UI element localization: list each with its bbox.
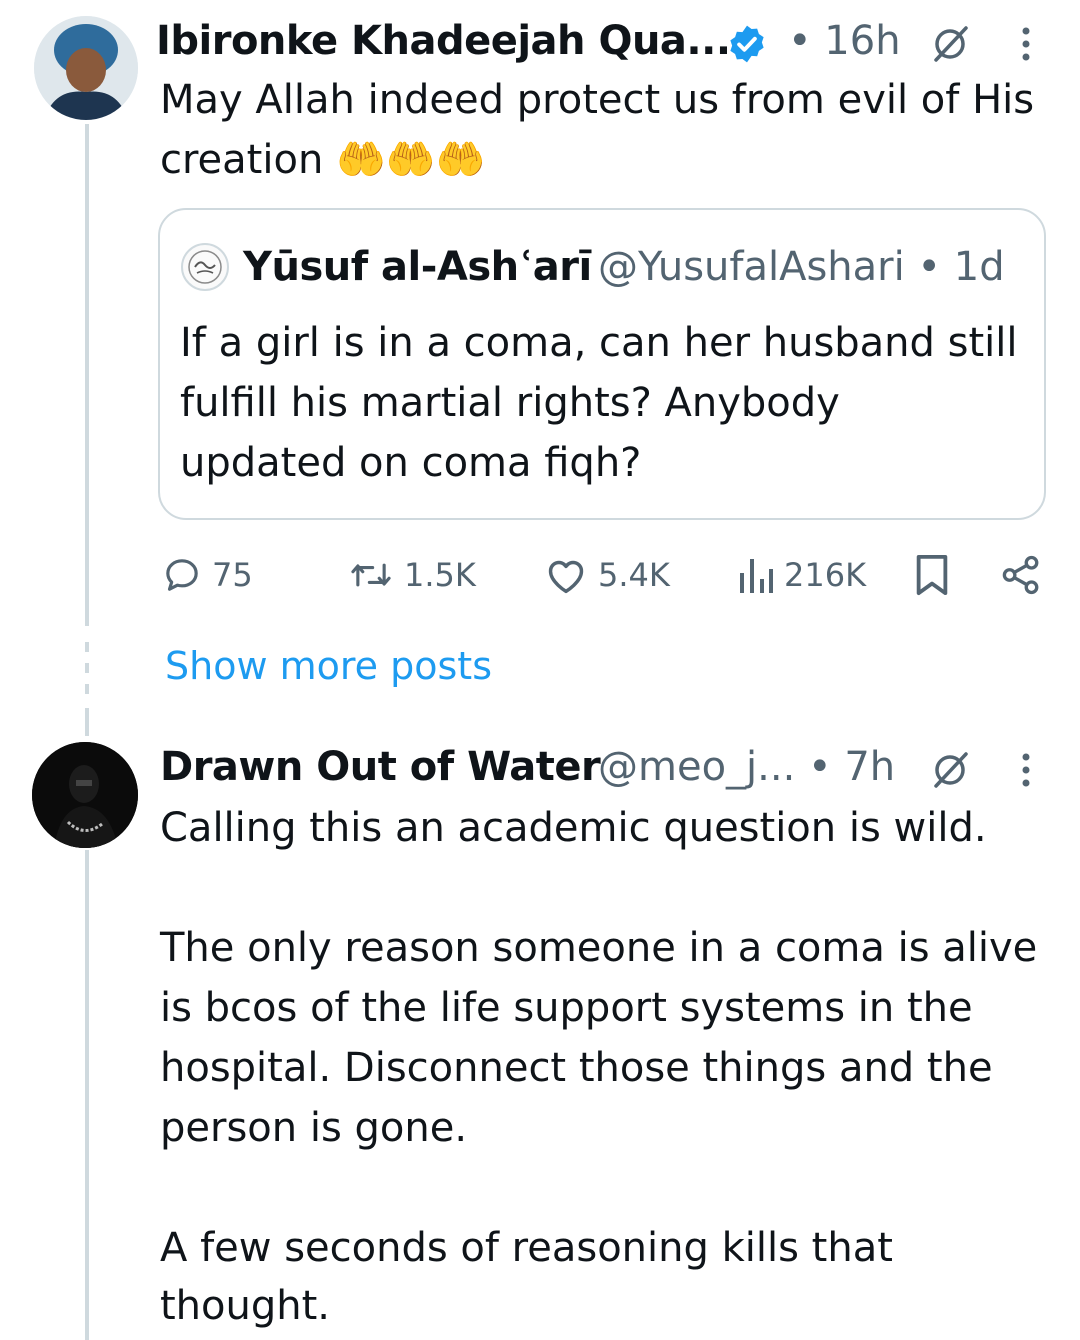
quoted-avatar[interactable]	[181, 243, 229, 291]
like-button[interactable]: 5.4K	[544, 553, 670, 597]
quoted-handle-time[interactable]: @YusufalAshari • 1d	[598, 244, 1005, 290]
thread-dot	[85, 642, 89, 652]
more-options-icon[interactable]	[1012, 22, 1040, 66]
views-button[interactable]: 216K	[738, 553, 866, 597]
post-text-line: A few seconds of reasoning kills that	[160, 1225, 893, 1271]
repost-button[interactable]: 1.5K	[348, 553, 476, 597]
verified-badge-icon	[726, 23, 768, 65]
author-name[interactable]: Ibironke Khadeejah Qua...	[156, 18, 731, 64]
quoted-text-line: If a girl is in a coma, can her husband …	[180, 320, 1018, 366]
quoted-author-name[interactable]: Yūsuf al-Ashʿarī	[243, 244, 592, 290]
repost-count: 1.5K	[404, 556, 476, 594]
avatar[interactable]	[34, 16, 138, 120]
avatar[interactable]	[32, 742, 138, 848]
post-text-line: thought.	[160, 1283, 330, 1329]
post-time[interactable]: • 16h	[788, 18, 901, 64]
thread-dot	[85, 684, 89, 694]
quoted-text-line: fulfill his martial rights? Anybody	[180, 380, 840, 426]
share-icon	[1002, 555, 1039, 595]
show-more-posts-link[interactable]: Show more posts	[165, 644, 492, 688]
reply-icon	[166, 559, 198, 591]
like-count: 5.4K	[598, 556, 670, 594]
views-chart-icon	[740, 559, 773, 593]
post-text-line: May Allah indeed protect us from evil of…	[160, 77, 1035, 123]
heart-icon	[548, 560, 584, 594]
post-text-line: creation 🤲🤲🤲	[160, 137, 486, 183]
quoted-text-line: updated on coma fiqh?	[180, 440, 642, 486]
post-text-line: is bcos of the life support systems in t…	[160, 985, 973, 1031]
author-name[interactable]: Drawn Out of Water	[160, 744, 601, 790]
grok-icon[interactable]	[928, 22, 972, 66]
views-count: 216K	[784, 556, 867, 594]
post-text-line: hospital. Disconnect those things and th…	[160, 1045, 993, 1091]
share-button[interactable]	[1000, 553, 1042, 597]
repost-icon	[351, 563, 391, 587]
thread-line-top	[85, 124, 89, 626]
post-text-line: person is gone.	[160, 1105, 468, 1151]
thread-line-middle	[85, 708, 89, 736]
thread-line-bottom	[85, 850, 89, 1340]
reply-count: 75	[212, 556, 253, 594]
bookmark-icon	[916, 554, 948, 596]
handle-time[interactable]: @meo_j... • 7h	[598, 744, 895, 790]
post-text-line: Calling this an academic question is wil…	[160, 805, 987, 851]
reply-button[interactable]: 75	[162, 553, 253, 597]
bookmark-button[interactable]	[914, 553, 950, 597]
post-text-line: The only reason someone in a coma is ali…	[160, 925, 1038, 971]
grok-icon[interactable]	[928, 748, 972, 792]
more-options-icon[interactable]	[1012, 748, 1040, 792]
thread-dot	[85, 663, 89, 673]
